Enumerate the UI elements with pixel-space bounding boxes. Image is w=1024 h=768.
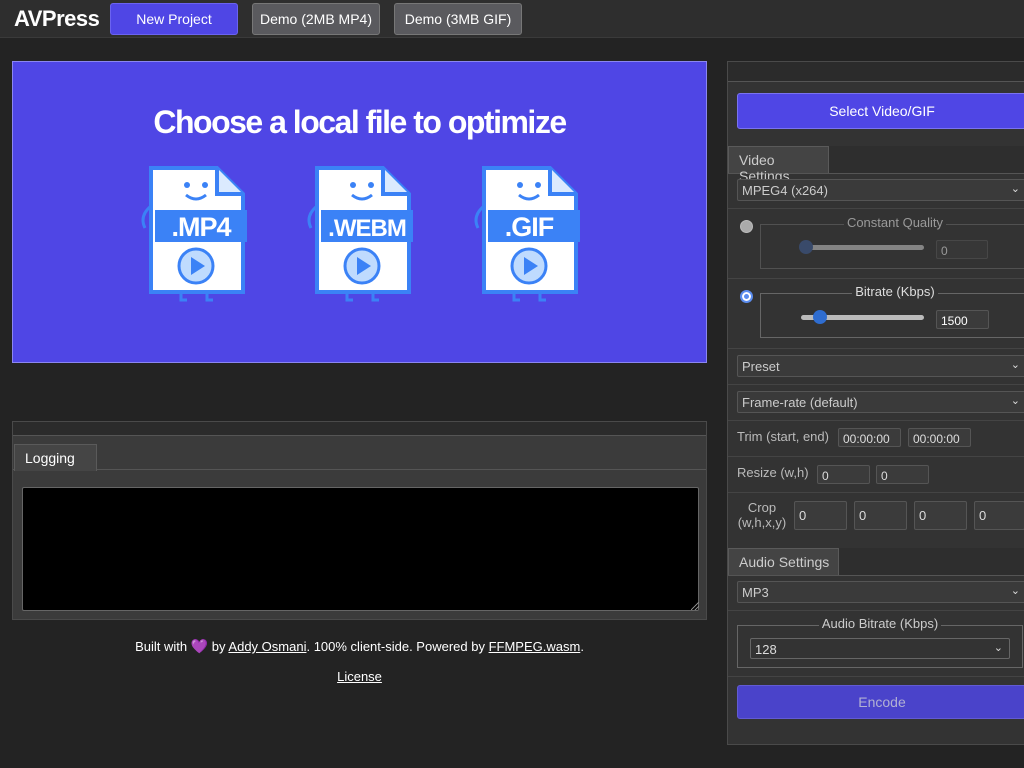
select-video-button[interactable]: Select Video/GIF — [737, 93, 1024, 129]
ffmpeg-link[interactable]: FFMPEG.wasm — [489, 639, 581, 654]
demo-mp4-button[interactable]: Demo (2MB MP4) — [252, 3, 380, 35]
constant-quality-label: Constant Quality — [761, 215, 1024, 230]
divider — [728, 384, 1024, 385]
bitrate-label: Bitrate (Kbps) — [761, 284, 1024, 299]
divider — [728, 492, 1024, 493]
gif-file-icon: .GIF — [474, 166, 580, 302]
tab-audio-settings[interactable]: Audio Settings — [728, 548, 839, 575]
audio-bitrate-group: Audio Bitrate (Kbps) 128 ⌄ — [737, 616, 1023, 668]
audio-codec-value: MP3 — [742, 585, 769, 600]
tab-video-settings[interactable]: Video Settings — [728, 146, 829, 184]
crop-y-input[interactable]: 0 — [974, 501, 1024, 530]
audio-bitrate-select[interactable]: 128 ⌄ — [750, 638, 1010, 659]
trim-end-input[interactable]: 00:00:00 — [908, 428, 971, 447]
tab-logging[interactable]: Logging — [14, 444, 97, 471]
framerate-select[interactable]: Frame-rate (default) ⌄ — [737, 391, 1024, 413]
resize-grip-icon[interactable] — [691, 602, 699, 610]
bitrate-input[interactable]: 1500 — [936, 310, 989, 329]
mp4-file-icon: .MP4 — [141, 166, 247, 302]
trim-label: Trim (start, end) — [737, 429, 829, 444]
video-codec-select[interactable]: MPEG4 (x264) ⌄ — [737, 179, 1024, 201]
bitrate-slider-handle[interactable] — [813, 310, 827, 324]
license-link[interactable]: License — [12, 669, 707, 684]
drop-zone-title: Choose a local file to optimize — [153, 104, 567, 140]
resize-height-input[interactable]: 0 — [876, 465, 929, 484]
chevron-down-icon: ⌄ — [1010, 395, 1020, 407]
app-logo: AVPress — [14, 6, 100, 31]
top-bar: AVPress New Project Demo (2MB MP4) Demo … — [0, 0, 1024, 38]
footer-by: by — [211, 639, 226, 654]
preset-select[interactable]: Preset ⌄ — [737, 355, 1024, 377]
chevron-down-icon: ⌄ — [1010, 585, 1020, 597]
heart-icon: 💜 — [190, 638, 209, 654]
divider — [728, 278, 1024, 279]
logging-tab-row — [13, 444, 706, 470]
audio-bitrate-label: Audio Bitrate (Kbps) — [738, 616, 1022, 631]
footer-built-with: Built with — [135, 639, 188, 654]
framerate-value: Frame-rate (default) — [742, 395, 858, 410]
trim-start-input[interactable]: 00:00:00 — [838, 428, 901, 447]
crop-x-input[interactable]: 0 — [914, 501, 967, 530]
constant-quality-input[interactable]: 0 — [936, 240, 988, 259]
log-output-textarea[interactable] — [22, 487, 699, 611]
audio-codec-select[interactable]: MP3 ⌄ — [737, 581, 1024, 603]
logging-panel: Logging — [12, 421, 707, 620]
crop-width-input[interactable]: 0 — [794, 501, 847, 530]
footer-end-text: . — [580, 639, 584, 654]
bitrate-group: Bitrate (Kbps) 1500 — [760, 284, 1024, 338]
encode-button[interactable]: Encode — [737, 685, 1024, 719]
chevron-down-icon: ⌄ — [1010, 359, 1020, 371]
divider — [728, 420, 1024, 421]
webm-file-icon: .WEBM — [307, 166, 413, 302]
logging-panel-header — [13, 422, 706, 436]
constant-quality-slider-track[interactable] — [801, 245, 924, 250]
footer-credits: Built with 💜 by Addy Osmani. 100% client… — [12, 638, 707, 655]
divider — [728, 610, 1024, 611]
constant-quality-radio[interactable] — [740, 220, 753, 233]
resize-width-input[interactable]: 0 — [817, 465, 870, 484]
divider — [728, 676, 1024, 677]
chevron-down-icon: ⌄ — [993, 642, 1003, 654]
resize-label: Resize (w,h) — [737, 465, 809, 480]
constant-quality-slider-handle[interactable] — [799, 240, 813, 254]
preset-value: Preset — [742, 359, 780, 374]
chevron-down-icon: ⌄ — [1010, 183, 1020, 195]
bitrate-radio[interactable] — [740, 290, 753, 303]
crop-label: Crop (w,h,x,y) — [737, 500, 787, 530]
crop-height-input[interactable]: 0 — [854, 501, 907, 530]
divider — [728, 348, 1024, 349]
video-codec-value: MPEG4 (x264) — [742, 183, 828, 198]
divider — [728, 208, 1024, 209]
settings-panel-header — [728, 62, 1024, 82]
webm-file-label: .WEBM — [328, 215, 406, 242]
crop-label-line2: (w,h,x,y) — [737, 515, 787, 530]
footer-middle-text: . 100% client-side. Powered by — [306, 639, 485, 654]
divider — [728, 456, 1024, 457]
audio-bitrate-value: 128 — [755, 642, 777, 657]
author-link[interactable]: Addy Osmani — [228, 639, 306, 654]
crop-label-line1: Crop — [747, 500, 777, 515]
new-project-button[interactable]: New Project — [110, 3, 238, 35]
settings-panel: Select Video/GIF Video Settings MPEG4 (x… — [727, 61, 1024, 745]
mp4-file-label: .MP4 — [171, 212, 231, 242]
file-drop-zone[interactable]: Choose a local file to optimize .MP4 .WE… — [12, 61, 707, 363]
gif-file-label: .GIF — [505, 212, 554, 242]
constant-quality-group: Constant Quality 0 — [760, 215, 1024, 269]
demo-gif-button[interactable]: Demo (3MB GIF) — [394, 3, 522, 35]
